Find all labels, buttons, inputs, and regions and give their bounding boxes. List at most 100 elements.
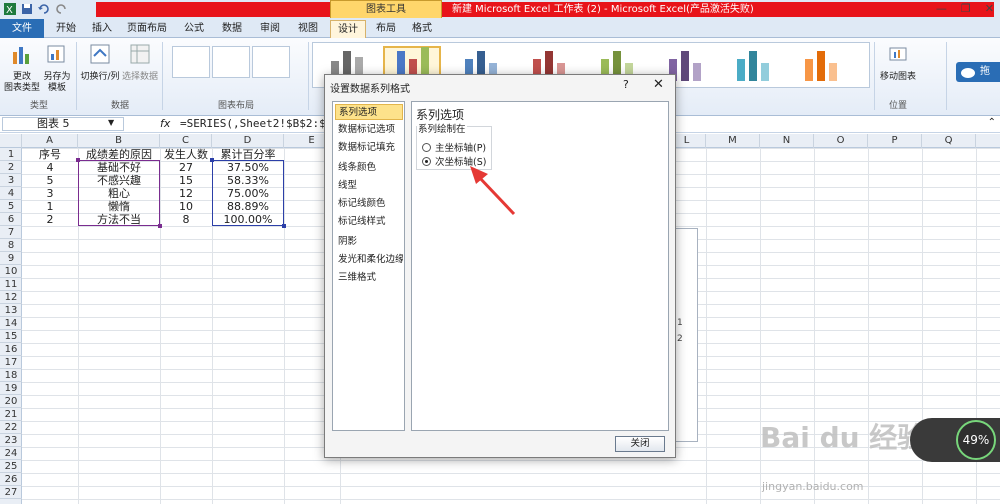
nav-marker-options[interactable]: 数据标记选项 [335, 122, 403, 138]
table-cell[interactable]: 4 [22, 161, 78, 174]
nav-marker-line-style[interactable]: 标记线样式 [335, 214, 403, 230]
move-chart-button[interactable]: 移动图表 [878, 42, 918, 83]
fx-icon[interactable]: fx [160, 117, 170, 130]
chart-layout-2[interactable] [212, 46, 250, 78]
switch-row-column-button[interactable]: 切换行/列 [78, 42, 122, 83]
select-data-button[interactable]: 选择数据 [122, 42, 158, 83]
header-cell[interactable]: 发生人数 [160, 148, 212, 161]
tab-formulas[interactable]: 公式 [178, 20, 210, 38]
change-chart-type-button[interactable]: 更改 图表类型 [4, 42, 40, 94]
range-handle[interactable] [158, 224, 162, 228]
row-header[interactable]: 24 [0, 447, 22, 460]
undo-icon[interactable] [37, 2, 51, 16]
row-header[interactable]: 22 [0, 421, 22, 434]
nav-line-color[interactable]: 线条颜色 [335, 160, 403, 176]
row-header[interactable]: 27 [0, 486, 22, 499]
row-header[interactable]: 4 [0, 187, 22, 200]
column-header[interactable]: B [78, 134, 160, 148]
table-cell[interactable]: 15 [160, 174, 212, 187]
table-cell[interactable]: 3 [22, 187, 78, 200]
expand-formula-icon[interactable]: ⌃ [988, 117, 996, 128]
column-header[interactable]: O [814, 134, 868, 148]
column-header[interactable]: N [760, 134, 814, 148]
row-header[interactable]: 21 [0, 408, 22, 421]
chart-style-orange[interactable] [791, 46, 849, 84]
tab-file[interactable]: 文件 [0, 19, 44, 38]
table-cell[interactable]: 8 [160, 213, 212, 226]
table-cell[interactable]: 1 [22, 200, 78, 213]
table-cell[interactable]: 10 [160, 200, 212, 213]
row-header[interactable]: 17 [0, 356, 22, 369]
range-handle[interactable] [282, 224, 286, 228]
minimize-icon[interactable]: — [936, 2, 947, 15]
row-header[interactable]: 7 [0, 226, 22, 239]
nav-glow-soft-edges[interactable]: 发光和柔化边缘 [335, 252, 403, 268]
secondary-axis-radio[interactable] [422, 156, 431, 166]
row-header[interactable]: 8 [0, 239, 22, 252]
tab-page-layout[interactable]: 页面布局 [124, 20, 170, 38]
table-cell[interactable]: 5 [22, 174, 78, 187]
name-box-dropdown-icon[interactable]: ▼ [108, 118, 114, 127]
row-header[interactable]: 3 [0, 174, 22, 187]
column-header[interactable]: P [868, 134, 922, 148]
range-handle[interactable] [210, 158, 214, 162]
column-header[interactable]: C [160, 134, 212, 148]
row-header[interactable]: 18 [0, 369, 22, 382]
formula-input[interactable]: =SERIES(,Sheet2!$B$2:$B$ [180, 117, 339, 130]
redo-icon[interactable] [54, 2, 68, 16]
row-header[interactable]: 13 [0, 304, 22, 317]
tab-view[interactable]: 视图 [292, 20, 324, 38]
row-header[interactable]: 9 [0, 252, 22, 265]
close-icon[interactable]: ✕ [653, 77, 664, 92]
select-all-corner[interactable] [0, 134, 22, 148]
restore-icon[interactable]: ❐ [961, 2, 971, 15]
table-cell[interactable]: 2 [22, 213, 78, 226]
row-header[interactable]: 6 [0, 213, 22, 226]
table-cell[interactable]: 12 [160, 187, 212, 200]
name-box[interactable]: 图表 5 [2, 117, 124, 131]
row-header[interactable]: 10 [0, 265, 22, 278]
nav-series-options[interactable]: 系列选项 [335, 104, 403, 120]
row-header[interactable]: 12 [0, 291, 22, 304]
column-header[interactable]: Q [922, 134, 976, 148]
row-header[interactable]: 15 [0, 330, 22, 343]
row-header[interactable]: 26 [0, 473, 22, 486]
column-header[interactable]: D [212, 134, 284, 148]
close-window-icon[interactable]: ✕ [985, 2, 994, 15]
row-header[interactable]: 1 [0, 148, 22, 161]
chart-style-teal[interactable] [723, 46, 781, 84]
row-header[interactable]: 19 [0, 382, 22, 395]
nav-shadow[interactable]: 阴影 [335, 234, 403, 250]
row-header[interactable]: 23 [0, 434, 22, 447]
header-cell[interactable]: 序号 [22, 148, 78, 161]
row-header[interactable]: 20 [0, 395, 22, 408]
nav-line-style[interactable]: 线型 [335, 178, 403, 194]
tab-review[interactable]: 审阅 [254, 20, 286, 38]
dialog-close-button[interactable]: 关闭 [615, 436, 665, 452]
row-header[interactable]: 11 [0, 278, 22, 291]
save-icon[interactable] [20, 2, 34, 16]
tab-home[interactable]: 开始 [50, 20, 82, 38]
tab-insert[interactable]: 插入 [86, 20, 118, 38]
table-cell[interactable]: 27 [160, 161, 212, 174]
nav-3d-format[interactable]: 三维格式 [335, 270, 403, 286]
save-as-template-button[interactable]: 另存为 模板 [40, 42, 74, 94]
chart-layout-1[interactable] [172, 46, 210, 78]
primary-axis-option[interactable]: 主坐标轴(P) [422, 140, 486, 154]
row-header[interactable]: 5 [0, 200, 22, 213]
nav-marker-fill[interactable]: 数据标记填充 [335, 140, 403, 156]
range-handle[interactable] [76, 158, 80, 162]
chart-layout-3[interactable] [252, 46, 290, 78]
row-header[interactable]: 16 [0, 343, 22, 356]
primary-axis-radio[interactable] [422, 142, 431, 152]
tab-design[interactable]: 设计 [330, 20, 366, 38]
help-icon[interactable]: ? [623, 78, 629, 91]
row-header[interactable]: 14 [0, 317, 22, 330]
column-header[interactable]: A [22, 134, 78, 148]
nav-marker-line-color[interactable]: 标记线颜色 [335, 196, 403, 212]
row-header[interactable]: 25 [0, 460, 22, 473]
tab-data[interactable]: 数据 [216, 20, 248, 38]
row-header[interactable]: 2 [0, 161, 22, 174]
tab-layout[interactable]: 布局 [370, 20, 402, 38]
tab-format[interactable]: 格式 [406, 20, 438, 38]
